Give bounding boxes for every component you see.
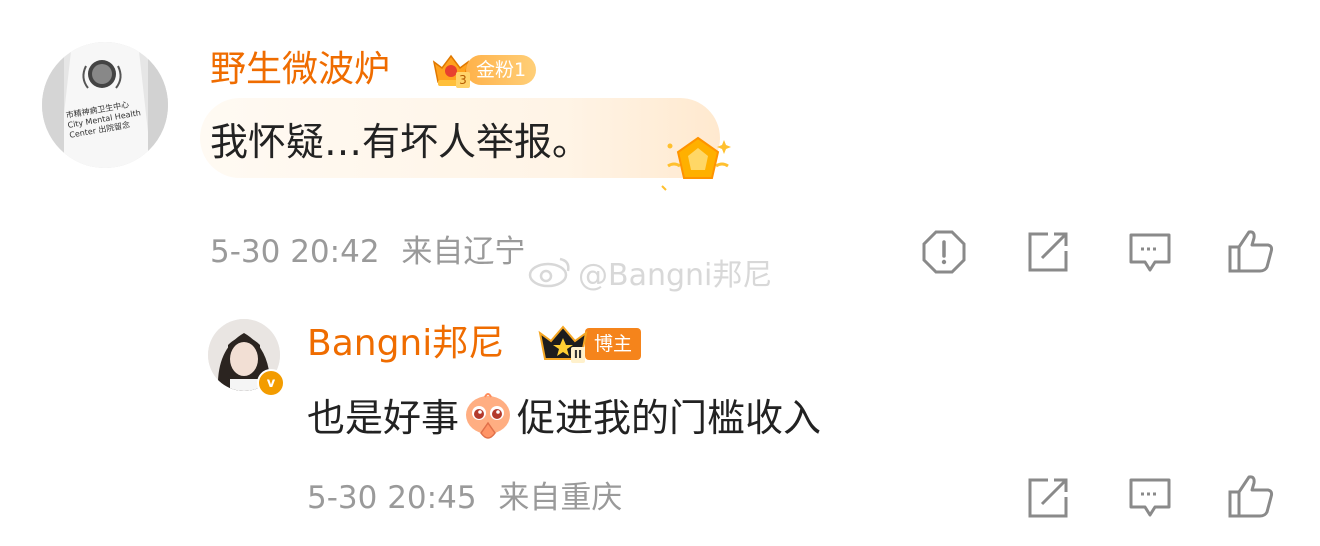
reply-text: 也是好事 促进我的门槛收入 (307, 391, 821, 445)
badge-level: 3 (456, 72, 470, 88)
verified-badge: v (257, 369, 285, 397)
share-icon[interactable] (1026, 231, 1070, 273)
fan-badge-label: 金粉1 (466, 55, 537, 85)
weibo-logo-icon (528, 255, 572, 298)
reply-text-end: 促进我的门槛收入 (517, 396, 822, 440)
avatar[interactable]: 市精神病卫生中心 City Mental Health Center 出院留念 (42, 42, 168, 168)
fan-badge: 3 金粉1 (430, 52, 537, 88)
comment-meta: 5-30 20:42 来自辽宁 (210, 233, 525, 271)
reply-text-start: 也是好事 (307, 396, 460, 440)
host-badge: II 博主 (537, 323, 642, 365)
reply-like-icon[interactable] (1227, 473, 1275, 519)
report-icon[interactable] (921, 229, 967, 275)
commenter-name[interactable]: 野生微波炉 (210, 48, 390, 92)
reply-comment-icon[interactable] (1128, 477, 1172, 519)
praying-emoji-icon (461, 391, 515, 445)
comment-icon[interactable] (1128, 232, 1172, 274)
comment-text: 我怀疑…有坏人举报。 (210, 120, 591, 164)
crown-icon: II (537, 323, 589, 365)
like-icon[interactable] (1227, 228, 1275, 274)
star-badge-icon (660, 132, 736, 194)
badge-level: II (571, 347, 585, 363)
reply-location: 来自重庆 (498, 480, 623, 516)
comment-timestamp: 5-30 20:42 (210, 234, 380, 270)
reply-author-name[interactable]: Bangni邦尼 (307, 322, 504, 366)
watermark: @Bangni邦尼 (528, 255, 772, 298)
reply-timestamp: 5-30 20:45 (307, 480, 477, 516)
reply-share-icon[interactable] (1026, 477, 1070, 519)
watermark-text: @Bangni邦尼 (578, 258, 773, 293)
comment-location: 来自辽宁 (401, 234, 526, 270)
reply-meta: 5-30 20:45 来自重庆 (307, 479, 622, 517)
host-badge-label: 博主 (585, 328, 642, 360)
